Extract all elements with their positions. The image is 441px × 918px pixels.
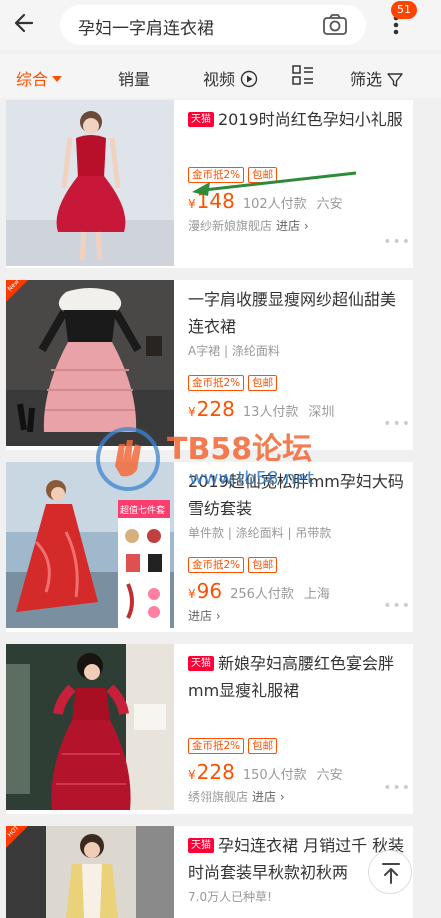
bundle-label: 超值七件套 [120,506,166,516]
product-title[interactable]: 天猫 2019时尚红色孕妇小礼服 [188,106,405,133]
price-row: ¥96 256人付款 上海 [188,579,405,603]
enter-shop-link[interactable]: 进店 › [276,219,309,233]
sales-count: 150人付款 [242,768,307,783]
search-input[interactable]: 孕妇一字肩连衣裙 [60,5,366,45]
coin-tag: 金币抵2% [188,375,245,391]
sort-tab-comprehensive[interactable]: 综合 [16,66,63,90]
product-title[interactable]: 2019超仙宽松胖mm孕妇大码雪纺套装 [188,468,405,522]
price: ¥228 [188,760,235,784]
shop-row: 进店 › [188,607,405,624]
price: ¥228 [188,397,235,421]
location: 六安 [316,768,343,783]
product-title[interactable]: 一字肩收腰显瘦网纱超仙甜美连衣裙 [188,286,405,340]
filter-button[interactable]: 筛选 [350,66,403,90]
free-shipping-tag: 包邮 [248,375,278,391]
product-image[interactable]: 超值七件套 [6,462,174,628]
back-to-top-button[interactable] [368,850,412,894]
promo-tags: 金币抵2% 包邮 [188,553,405,573]
promo-tags: 金币抵2% 包邮 [188,371,405,391]
product-image[interactable]: HOT [6,826,174,918]
layout-toggle-icon[interactable] [291,64,315,90]
message-badge: 51 [391,1,417,19]
free-shipping-tag: 包邮 [248,738,278,754]
caret-down-icon [52,76,63,82]
back-icon[interactable] [10,8,40,38]
filter-label: 筛选 [350,70,383,89]
arrow-up-icon [382,863,400,884]
top-bar: 孕妇一字肩连衣裙 51 [0,0,441,50]
free-shipping-tag: 包邮 [248,557,278,573]
product-info: 天猫 新娘孕妇高腰红色宴会胖mm显瘦礼服裙 金币抵2% 包邮 ¥228 150人付款六… [188,644,405,805]
product-image[interactable] [6,100,174,266]
coin-tag: 金币抵2% [188,557,245,573]
product-image[interactable]: New [6,280,174,446]
play-circle-icon [240,70,258,88]
tmall-badge: 天猫 [188,656,214,671]
more-options-icon[interactable]: ••• [383,416,411,432]
location: 上海 [303,587,330,602]
price-row: ¥228 150人付款 六安 [188,760,405,784]
product-info: 天猫 2019时尚红色孕妇小礼服 金币抵2% 包邮 ¥148 102人付款 六安 漫纱新… [188,100,405,234]
sort-bar: 综合 销量 视频 筛选 [0,54,441,98]
tmall-badge: 天猫 [188,112,214,127]
product-info: 一字肩收腰显瘦网纱超仙甜美连衣裙 A字裙 | 涤纶面料 金币抵2% 包邮 ¥228… [188,280,405,421]
shop-row: 漫纱新娘旗舰店 进店 › [188,217,405,234]
price: ¥96 [188,579,223,603]
product-attributes: A字裙 | 涤纶面料 [188,344,280,358]
search-query: 孕妇一字肩连衣裙 [78,19,214,39]
sort-tab-video[interactable]: 视频 [203,66,258,90]
more-options-icon[interactable]: ••• [383,598,411,614]
product-card[interactable]: 天猫 新娘孕妇高腰红色宴会胖mm显瘦礼服裙 金币抵2% 包邮 ¥228 150人付款六… [6,644,413,814]
promo-tags: 金币抵2% 包邮 [188,734,405,754]
tmall-badge: 天猫 [188,838,214,853]
price-row: ¥228 13人付款 深圳 [188,397,405,421]
product-title[interactable]: 天猫 新娘孕妇高腰红色宴会胖mm显瘦礼服裙 [188,650,405,704]
sales-count: 13人付款 [242,405,299,420]
more-options-icon[interactable]: ••• [383,780,411,796]
coin-tag: 金币抵2% [188,738,245,754]
location: 深圳 [308,405,335,420]
product-card[interactable]: HOT 天猫 孕妇连衣裙 月销过千 秋装时尚套装早秋款初秋两 7.0万人已种草! [6,826,413,918]
product-image[interactable] [6,644,174,810]
shop-name: 绣翎旗舰店 [188,790,249,804]
annotation-arrow-icon [192,171,357,196]
shop-name: 漫纱新娘旗舰店 [188,219,273,233]
sort-tab-label: 综合 [16,70,49,89]
sort-tab-label: 销量 [118,70,151,89]
sort-tab-label: 视频 [203,70,236,89]
product-card[interactable]: New 一字肩收腰显瘦网纱超仙甜美连衣裙 A字裙 | 涤纶面料 金币抵2% 包邮 … [6,280,413,450]
sales-count: 256人付款 [230,587,294,602]
sort-tab-sales[interactable]: 销量 [118,66,150,90]
product-card[interactable]: 超值七件套 2019超仙宽松胖mm孕妇大码雪纺套装 单件款 | 涤纶面料 | 吊… [6,462,413,632]
enter-shop-link[interactable]: 进店 › [188,609,221,623]
filter-icon [387,73,403,87]
enter-shop-link[interactable]: 进店 › [252,790,285,804]
more-options-icon[interactable]: ••• [383,234,411,250]
shop-row: 绣翎旗舰店 进店 › [188,788,405,805]
product-info: 2019超仙宽松胖mm孕妇大码雪纺套装 单件款 | 涤纶面料 | 吊带款 金币抵… [188,462,405,624]
camera-icon[interactable] [322,13,348,37]
product-attributes: 单件款 | 涤纶面料 | 吊带款 [188,526,332,540]
